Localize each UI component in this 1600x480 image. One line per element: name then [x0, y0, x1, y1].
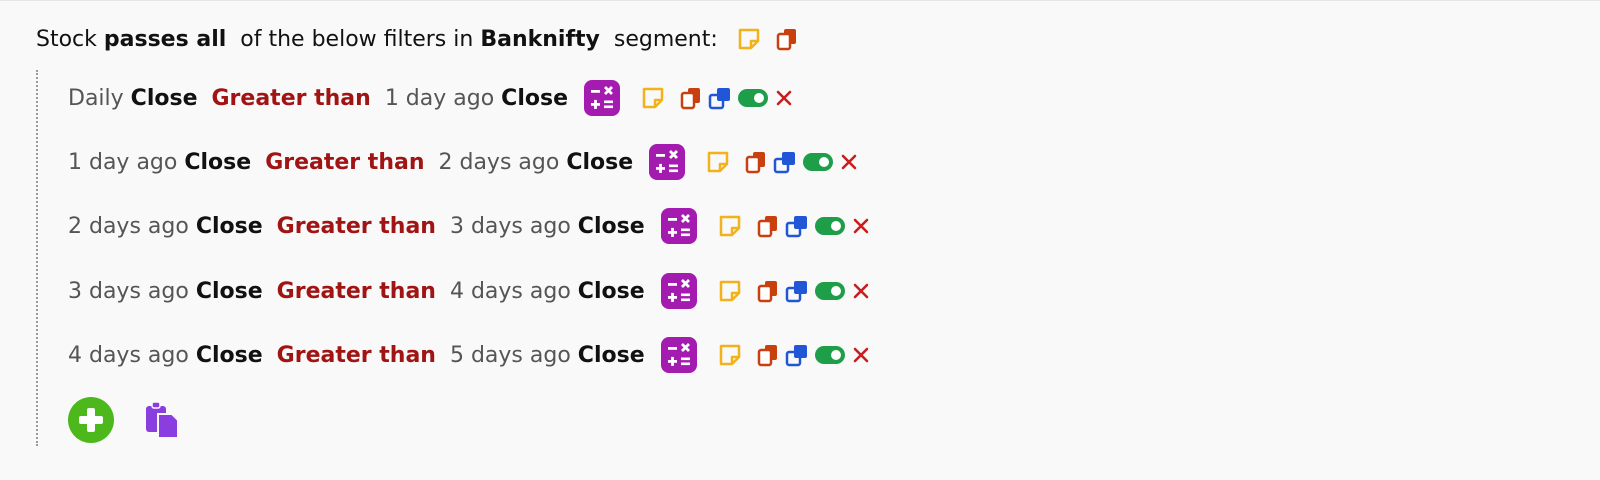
rhs-timeframe[interactable]: 1 day ago [385, 86, 494, 111]
paste-icon[interactable] [142, 400, 182, 440]
header-middle: of the below filters in [240, 26, 474, 52]
toggle-on-icon[interactable] [803, 153, 834, 171]
sticky-note-icon[interactable] [717, 278, 743, 304]
sticky-note-icon[interactable] [717, 342, 743, 368]
add-filter-icon[interactable] [68, 397, 114, 443]
rhs-field[interactable]: Close [578, 214, 645, 239]
copy-icon[interactable] [776, 27, 798, 51]
lhs-field[interactable]: Close [184, 150, 251, 175]
delete-x-icon[interactable] [839, 152, 859, 172]
duplicate-icon[interactable] [708, 86, 732, 110]
lhs-field[interactable]: Close [131, 86, 198, 111]
lhs-timeframe[interactable]: Daily [68, 86, 124, 111]
header-suffix: segment: [613, 26, 718, 52]
toggle-on-icon[interactable] [814, 346, 845, 364]
sticky-note-icon[interactable] [705, 149, 731, 175]
lhs-timeframe[interactable]: 4 days ago [68, 343, 189, 368]
header-prefix: Stock [36, 26, 97, 52]
toggle-on-icon[interactable] [814, 217, 845, 235]
copy-icon[interactable] [745, 150, 767, 174]
sticky-note-icon[interactable] [640, 85, 666, 111]
segment-selector[interactable]: Banknifty [480, 27, 600, 52]
rhs-field[interactable]: Close [578, 343, 645, 368]
delete-x-icon[interactable] [851, 281, 871, 301]
calculator-icon[interactable] [584, 80, 620, 116]
delete-x-icon[interactable] [851, 216, 871, 236]
lhs-timeframe[interactable]: 1 day ago [68, 150, 177, 175]
operator[interactable]: Greater than [277, 214, 436, 239]
duplicate-icon[interactable] [785, 343, 809, 367]
top-divider [0, 0, 1600, 1]
calculator-icon[interactable] [660, 337, 697, 373]
rhs-field[interactable]: Close [578, 279, 645, 304]
calculator-icon[interactable] [649, 144, 686, 180]
filter-row: Daily Close Greater than 1 day ago Close [68, 78, 794, 118]
duplicate-icon[interactable] [785, 279, 809, 303]
calculator-icon[interactable] [660, 208, 697, 244]
copy-icon[interactable] [757, 343, 779, 367]
rhs-timeframe[interactable]: 2 days ago [439, 150, 560, 175]
lhs-timeframe[interactable]: 2 days ago [68, 214, 189, 239]
duplicate-icon[interactable] [773, 150, 797, 174]
delete-x-icon[interactable] [774, 88, 794, 108]
filter-row: 1 day ago Close Greater than 2 days ago Clos… [68, 142, 859, 182]
rhs-field[interactable]: Close [566, 150, 633, 175]
filter-row: 3 days ago Close Greater than 4 days ago Clo… [68, 271, 871, 311]
operator[interactable]: Greater than [212, 86, 371, 111]
operator[interactable]: Greater than [277, 343, 436, 368]
copy-icon[interactable] [680, 86, 702, 110]
rhs-timeframe[interactable]: 4 days ago [450, 279, 571, 304]
delete-x-icon[interactable] [851, 345, 871, 365]
filter-row: 4 days ago Close Greater than 5 days ago Clo… [68, 335, 871, 375]
group-actions [68, 396, 182, 444]
toggle-on-icon[interactable] [814, 282, 845, 300]
lhs-field[interactable]: Close [196, 343, 263, 368]
sticky-note-icon[interactable] [736, 26, 762, 52]
operator[interactable]: Greater than [265, 150, 424, 175]
rhs-timeframe[interactable]: 3 days ago [450, 214, 571, 239]
toggle-on-icon[interactable] [738, 89, 768, 107]
calculator-icon[interactable] [660, 273, 697, 309]
lhs-field[interactable]: Close [196, 214, 263, 239]
operator[interactable]: Greater than [277, 279, 436, 304]
lhs-field[interactable]: Close [196, 279, 263, 304]
filter-row: 2 days ago Close Greater than 3 days ago Clo… [68, 206, 871, 246]
duplicate-icon[interactable] [785, 214, 809, 238]
lhs-timeframe[interactable]: 3 days ago [68, 279, 189, 304]
copy-icon[interactable] [757, 214, 779, 238]
rhs-timeframe[interactable]: 5 days ago [450, 343, 571, 368]
filter-group-header: Stock passes all of the below filters in… [36, 22, 798, 56]
copy-icon[interactable] [757, 279, 779, 303]
match-mode[interactable]: passes all [104, 27, 226, 52]
filter-group: Daily Close Greater than 1 day ago Close 1 da… [36, 70, 1038, 446]
sticky-note-icon[interactable] [717, 213, 743, 239]
rhs-field[interactable]: Close [501, 86, 568, 111]
